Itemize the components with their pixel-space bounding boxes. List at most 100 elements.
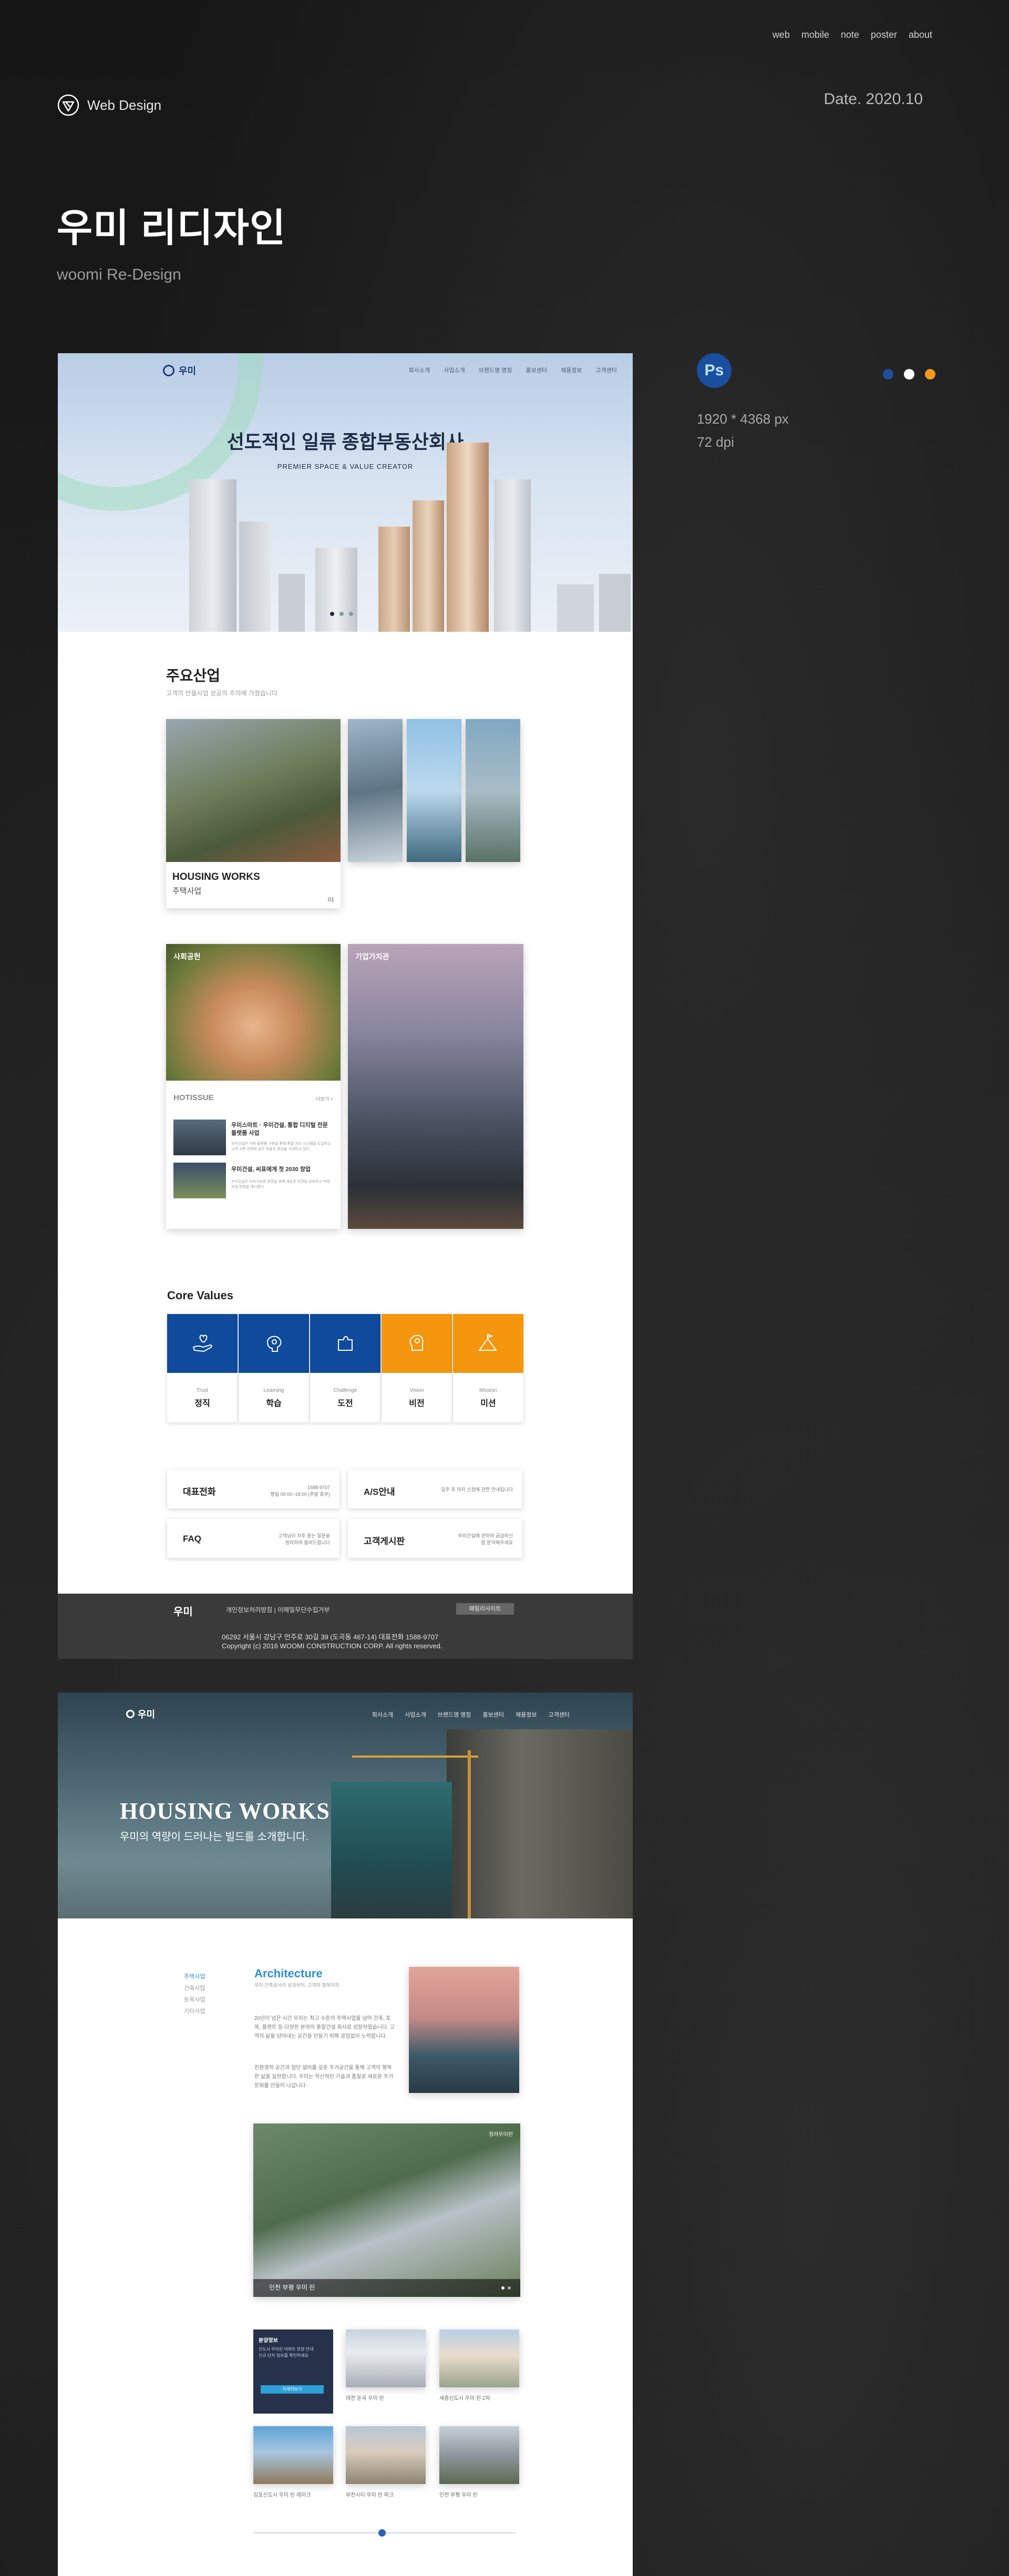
industry-thumb-photo [407, 719, 461, 862]
mock2-menu-item[interactable]: 채용정보 [516, 1710, 537, 1719]
building-image [279, 574, 305, 632]
social-card[interactable]: 사회공헌 HOTISSUE 더보기 + 우미스마트 · 우미건설, 통합 디지털… [166, 944, 341, 1229]
news-thumb [173, 1120, 226, 1155]
pager-dot[interactable] [330, 612, 334, 616]
pager-dot[interactable] [349, 612, 353, 616]
main-hero: 우미 회사소개 사업소개 브랜드명 명칭 홍보센터 채용정보 고객센터 선도적인… [58, 353, 633, 632]
news-title[interactable]: 우미건설, 씨표에게 첫 2030 창업 [231, 1165, 333, 1173]
mock-menu-item[interactable]: 홍보센터 [526, 366, 547, 374]
mock2-menu-item[interactable]: 홍보센터 [483, 1710, 504, 1719]
contact-text: 1588-9707 평일 09:00~18:00 (주말 휴무) [270, 1485, 330, 1497]
mock-logo[interactable]: 우미 [163, 364, 196, 377]
mock2-menu: 회사소개 사업소개 브랜드명 명칭 홍보센터 채용정보 고객센터 [372, 1710, 570, 1719]
contact-phone[interactable]: 대표전화 1588-9707 평일 09:00~18:00 (주말 휴무) [167, 1470, 339, 1508]
mockup-housing-page: 우미 회사소개 사업소개 브랜드명 명칭 홍보센터 채용정보 고객센터 HOUS… [58, 1692, 633, 2576]
pager-dot[interactable] [508, 2286, 511, 2290]
core-value-header [167, 1314, 238, 1373]
footer-logo[interactable]: 우미 [173, 1603, 193, 1618]
ribbon-logo-icon [57, 94, 79, 116]
meta-dpi: 72 dpi [697, 434, 734, 450]
news-body: 우미건설은 지속가능한 성장을 위해 새로운 비전을 선포하고 미래 사업 방향… [231, 1180, 330, 1189]
news-body: 우미건설은 이번 플랫폼 구축을 통해 통합 관리 시스템을 도입하고 고객 소… [231, 1142, 331, 1151]
industry-thumb-photo [466, 719, 520, 862]
brand[interactable]: Web Design [57, 94, 161, 117]
contact-board[interactable]: 고객게시판 우미건설에 관하여 궁금하신 점 문의해주세요 [348, 1519, 522, 1558]
complex-thumb-image [253, 2426, 333, 2484]
sales-highlight-card[interactable]: 분양정보 신도시 우미린 아파트 분양 안내 신규 단지 정보를 확인하세요 자… [253, 2329, 333, 2414]
nav-web[interactable]: web [773, 29, 790, 40]
gallery-progress-handle[interactable] [378, 2529, 386, 2537]
housing-works-card[interactable]: HOUSING WORKS 주택사업 01 [166, 719, 341, 908]
logo-mark-icon [163, 365, 174, 376]
side-navigation: 주택사업 건축사업 토목사업 기타사업 [184, 1972, 205, 2018]
housing-hero: 우미 회사소개 사업소개 브랜드명 명칭 홍보센터 채용정보 고객센터 HOUS… [58, 1692, 633, 1918]
complex-caption: 부천시티 우미 린 파크 [346, 2492, 394, 2498]
core-value-card[interactable]: Vision 비전 [382, 1314, 452, 1422]
hero-pager [330, 612, 353, 616]
core-value-card[interactable]: Mission 미션 [453, 1314, 523, 1422]
mock2-menu-item[interactable]: 사업소개 [405, 1710, 426, 1719]
side-nav-item[interactable]: 토목사업 [184, 1995, 205, 2004]
side-nav-item[interactable]: 주택사업 [184, 1972, 205, 1980]
core-value-card[interactable]: Trust 정직 [167, 1314, 238, 1422]
hand-heart-icon [192, 1335, 212, 1352]
complex-caption: 김포신도시 우미 린 레이크 [253, 2492, 311, 2498]
contact-text: 입주 후 하자 신청에 관한 안내입니다 [441, 1487, 513, 1492]
housing-photo [166, 719, 341, 862]
industry-thumb[interactable] [466, 719, 520, 862]
complex-thumb[interactable] [346, 2426, 426, 2484]
core-value-card[interactable]: Challenge 도전 [310, 1314, 380, 1422]
footer-links[interactable]: 개인정보처리방침 | 이메일무단수집거부 [226, 1605, 330, 1614]
mock2-menu-item[interactable]: 회사소개 [372, 1710, 393, 1719]
mock2-menu-item[interactable]: 고객센터 [549, 1710, 570, 1719]
swatch-blue [883, 369, 893, 379]
mock2-logo[interactable]: 우미 [126, 1707, 155, 1721]
industry-desc: 고객의 만을사업 성공의 주의에 가졌습니다 [166, 690, 278, 697]
core-value-header [453, 1314, 523, 1373]
mock-menu-item[interactable]: 사업소개 [444, 366, 465, 374]
side-nav-item[interactable]: 건축사업 [184, 1984, 205, 1992]
building-image [494, 479, 531, 632]
office-tower-photo [348, 944, 523, 1229]
core-value-en: Vision [409, 1388, 424, 1393]
photoshop-icon: Ps [697, 353, 732, 388]
side-nav-item[interactable]: 기타사업 [184, 2007, 205, 2015]
mock2-menu-item[interactable]: 브랜드명 명칭 [438, 1710, 471, 1719]
complex-thumb[interactable] [253, 2426, 333, 2484]
contact-title: FAQ [183, 1534, 201, 1544]
complex-thumb[interactable] [439, 2426, 519, 2484]
industry-thumb[interactable] [407, 719, 461, 862]
mock-menu-item[interactable]: 브랜드명 명칭 [479, 366, 512, 374]
industry-thumb[interactable] [348, 719, 403, 862]
pager-dot[interactable] [501, 2286, 504, 2290]
color-swatches [883, 369, 935, 379]
complex-thumb-image [346, 2329, 426, 2387]
core-value-ko: 도전 [337, 1399, 353, 1408]
highlight-button[interactable]: 자세히보기 [261, 2385, 324, 2394]
hotissue-more-link[interactable]: 더보기 + [316, 1095, 333, 1102]
complex-thumb[interactable] [346, 2329, 426, 2387]
nav-poster[interactable]: poster [871, 29, 897, 40]
pager-dot[interactable] [339, 612, 344, 616]
nav-mobile[interactable]: mobile [801, 29, 829, 40]
culture-card[interactable]: 기업가치관 [348, 944, 523, 1229]
mock-menu-item[interactable]: 고객센터 [596, 366, 617, 374]
contact-as[interactable]: A/S안내 입주 후 하자 신청에 관한 안내입니다 [348, 1470, 522, 1508]
core-value-header [382, 1314, 452, 1373]
complex-caption: 대전 둔곡 우미 린 [346, 2396, 384, 2401]
complex-thumb[interactable] [439, 2329, 519, 2387]
culture-title: 기업가치관 [355, 952, 389, 961]
mock-menu-item[interactable]: 채용정보 [561, 366, 582, 374]
family-site-button[interactable]: 패밀리사이트 [456, 1603, 514, 1615]
meta-size: 1920 * 4368 px [697, 411, 789, 427]
contact-title: 고객게시판 [364, 1536, 405, 1546]
news-title[interactable]: 우미스마트 · 우미건설, 통합 디지털 전문플랫폼 사업 [231, 1122, 333, 1137]
nav-about[interactable]: about [909, 29, 932, 40]
architecture-title: Architecture [254, 1967, 323, 1980]
featured-complex-image[interactable]: 인천 부평 우미 린 청라우미린 [253, 2123, 520, 2297]
featured-pager [501, 2286, 511, 2290]
mock-menu-item[interactable]: 회사소개 [409, 366, 430, 374]
core-value-card[interactable]: Learning 학습 [239, 1314, 309, 1422]
nav-note[interactable]: note [841, 29, 859, 40]
contact-faq[interactable]: FAQ 고객님이 자주 묻는 질문을 정리하여 알려드립니다 [167, 1519, 339, 1558]
